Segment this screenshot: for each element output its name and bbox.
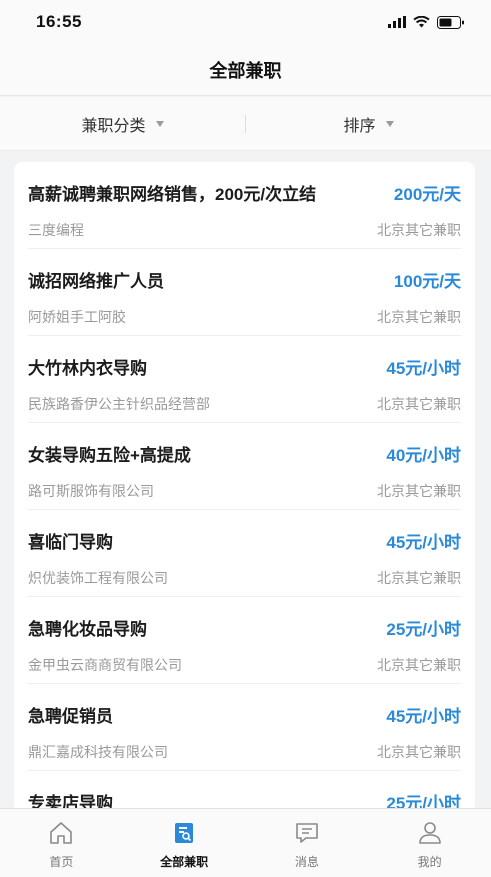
- wifi-icon: [413, 16, 430, 28]
- message-icon: [293, 819, 321, 847]
- job-location: 北京其它兼职: [377, 222, 461, 238]
- tab-profile-label: 我的: [417, 855, 442, 869]
- home-icon: [47, 819, 75, 847]
- job-title: 诚招网络推广人员: [28, 272, 164, 291]
- job-company: 阿娇姐手工阿胶: [28, 309, 126, 325]
- job-salary: 200元/天: [393, 185, 461, 204]
- job-list-item[interactable]: 喜临门导购 45元/小时 炽优装饰工程有限公司 北京其它兼职: [28, 510, 461, 597]
- filter-category-dropdown[interactable]: 兼职分类: [0, 112, 245, 136]
- job-company: 金甲虫云商商贸有限公司: [28, 657, 182, 673]
- tab-profile[interactable]: 我的: [368, 809, 491, 877]
- bottom-tab-bar: 首页 全部兼职 消息 我的: [0, 808, 491, 877]
- job-list: 高薪诚聘兼职网络销售，200元/次立结 200元/天 三度编程 北京其它兼职 诚…: [14, 162, 475, 812]
- job-location: 北京其它兼职: [377, 309, 461, 325]
- tab-home-label: 首页: [49, 855, 74, 869]
- job-list-item[interactable]: 诚招网络推广人员 100元/天 阿娇姐手工阿胶 北京其它兼职: [28, 249, 461, 336]
- job-location: 北京其它兼职: [377, 744, 461, 760]
- filter-category-label: 兼职分类: [81, 117, 146, 135]
- job-company: 三度编程: [28, 222, 84, 238]
- status-icons: [388, 15, 465, 29]
- job-salary: 45元/小时: [386, 707, 461, 726]
- job-company: 路可斯服饰有限公司: [28, 483, 154, 499]
- job-list-item[interactable]: 女装导购五险+高提成 40元/小时 路可斯服饰有限公司 北京其它兼职: [28, 423, 461, 510]
- job-location: 北京其它兼职: [377, 657, 461, 673]
- job-salary: 40元/小时: [386, 446, 461, 465]
- caret-down-icon: [155, 120, 164, 127]
- job-company: 炽优装饰工程有限公司: [28, 570, 168, 586]
- job-title: 喜临门导购: [28, 533, 113, 552]
- tab-messages[interactable]: 消息: [246, 809, 369, 877]
- job-location: 北京其它兼职: [377, 483, 461, 499]
- nav-bar: 全部兼职: [0, 44, 491, 96]
- tab-all-jobs-label: 全部兼职: [160, 855, 209, 869]
- signal-icon: [388, 16, 406, 28]
- job-company: 鼎汇嘉成科技有限公司: [28, 744, 168, 760]
- job-location: 北京其它兼职: [377, 570, 461, 586]
- caret-down-icon: [385, 120, 394, 127]
- job-salary: 100元/天: [393, 272, 461, 291]
- job-title: 急聘促销员: [28, 707, 113, 726]
- job-salary: 25元/小时: [386, 620, 461, 639]
- profile-icon: [416, 819, 444, 847]
- battery-icon: [437, 15, 464, 29]
- job-title: 急聘化妆品导购: [28, 620, 147, 639]
- job-location: 北京其它兼职: [377, 396, 461, 412]
- job-list-item[interactable]: 高薪诚聘兼职网络销售，200元/次立结 200元/天 三度编程 北京其它兼职: [28, 162, 461, 249]
- job-company: 民族路香伊公主针织品经营部: [28, 396, 210, 412]
- job-list-item[interactable]: 大竹林内衣导购 45元/小时 民族路香伊公主针织品经营部 北京其它兼职: [28, 336, 461, 423]
- job-salary: 45元/小时: [386, 533, 461, 552]
- status-bar: 16:55: [0, 0, 491, 44]
- job-list-item[interactable]: 急聘促销员 45元/小时 鼎汇嘉成科技有限公司 北京其它兼职: [28, 684, 461, 771]
- job-title: 高薪诚聘兼职网络销售，200元/次立结: [28, 185, 317, 204]
- tab-messages-label: 消息: [294, 855, 319, 869]
- job-title: 女装导购五险+高提成: [28, 446, 191, 465]
- status-time: 16:55: [36, 12, 82, 31]
- job-salary: 45元/小时: [386, 359, 461, 378]
- filter-bar: 兼职分类 排序: [0, 97, 491, 151]
- job-list-item[interactable]: 急聘化妆品导购 25元/小时 金甲虫云商商贸有限公司 北京其它兼职: [28, 597, 461, 684]
- tab-home[interactable]: 首页: [0, 809, 123, 877]
- job-list-item[interactable]: 专卖店导购 25元/小时: [28, 771, 461, 812]
- tab-all-jobs[interactable]: 全部兼职: [123, 809, 246, 877]
- job-search-icon: [170, 819, 198, 847]
- filter-sort-dropdown[interactable]: 排序: [246, 112, 491, 136]
- filter-sort-label: 排序: [343, 117, 376, 135]
- page-title: 全部兼职: [209, 60, 282, 81]
- job-title: 大竹林内衣导购: [28, 359, 147, 378]
